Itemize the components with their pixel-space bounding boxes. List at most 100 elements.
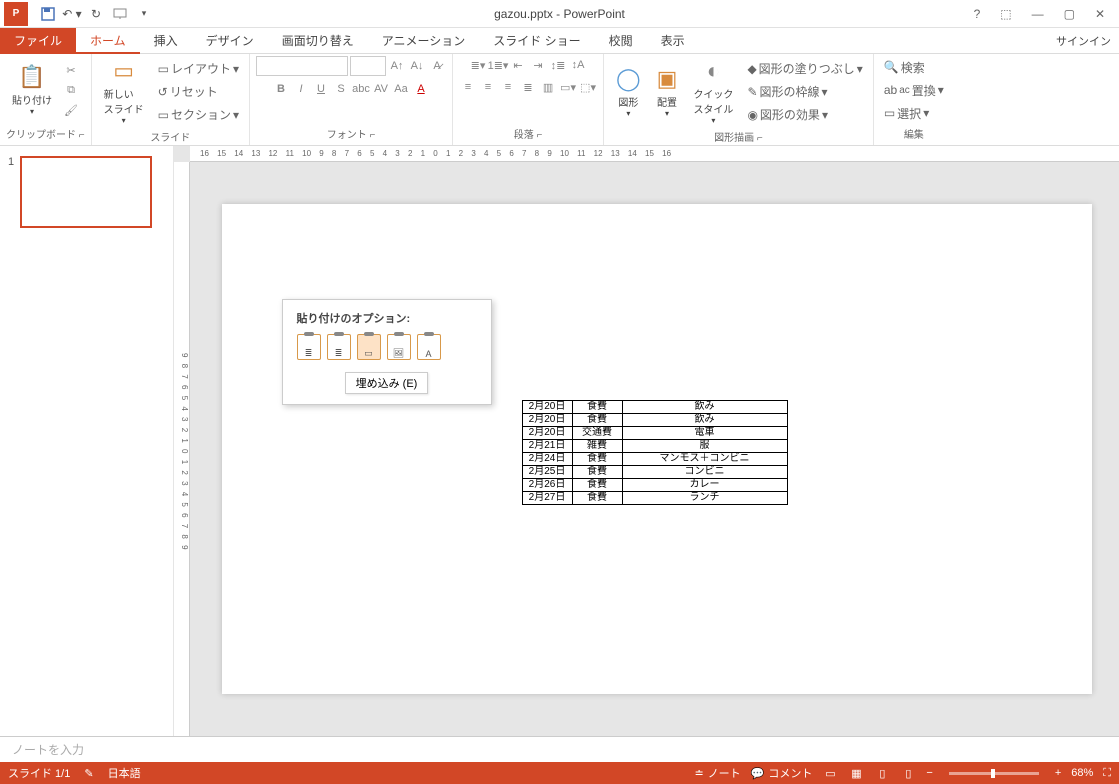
- italic-icon[interactable]: I: [292, 80, 310, 98]
- justify-icon[interactable]: ≣: [519, 78, 537, 96]
- section-button[interactable]: ▭ セクション ▾: [154, 104, 243, 125]
- group-slides: ▭ 新しい スライド ▾ ▭ レイアウト ▾ ↺ リセット ▭ セクション ▾ …: [92, 54, 250, 145]
- quickstyle-button[interactable]: ◐クイック スタイル▾: [687, 56, 739, 127]
- maximize-icon[interactable]: ▢: [1060, 5, 1079, 23]
- find-button[interactable]: 🔍 検索: [880, 57, 948, 78]
- table-row[interactable]: 2月24日食費マンモス＋コンビニ: [522, 452, 787, 465]
- undo-icon[interactable]: ↶ ▾: [62, 4, 82, 24]
- paste-embed-tooltip[interactable]: 埋め込み (E): [345, 372, 429, 394]
- tab-design[interactable]: デザイン: [192, 28, 268, 54]
- app-icon: P: [4, 2, 28, 26]
- paste-option-keep-source[interactable]: ≣: [327, 334, 351, 360]
- shadow-icon[interactable]: abc: [352, 80, 370, 98]
- zoom-in-icon[interactable]: +: [1055, 767, 1061, 779]
- sorter-view-icon[interactable]: ▦: [848, 766, 864, 780]
- redo-icon[interactable]: ↻: [86, 4, 106, 24]
- zoom-slider[interactable]: [949, 772, 1039, 775]
- bold-icon[interactable]: B: [272, 80, 290, 98]
- shape-effects-button[interactable]: ◉ 図形の効果 ▾: [743, 104, 866, 125]
- slide[interactable]: 貼り付けのオプション: ≣ ≣ ▭ 🖼 A 埋め込み (E) 2月20日食費飲み…: [222, 204, 1092, 694]
- align-left-icon[interactable]: ≡: [459, 78, 477, 96]
- table-row[interactable]: 2月27日食費ランチ: [522, 491, 787, 504]
- table-row[interactable]: 2月20日食費飲み: [522, 400, 787, 413]
- ribbon-options-icon[interactable]: ⬚: [996, 5, 1015, 23]
- numbering-icon[interactable]: 1≣▾: [489, 56, 507, 74]
- slideshow-view-icon[interactable]: ▯: [900, 766, 916, 780]
- fit-window-icon[interactable]: ⛶: [1103, 767, 1111, 780]
- replace-button[interactable]: abac 置換 ▾: [880, 80, 948, 101]
- columns-icon[interactable]: ▥: [539, 78, 557, 96]
- table-row[interactable]: 2月20日交通費電車: [522, 426, 787, 439]
- table-row[interactable]: 2月20日食費飲み: [522, 413, 787, 426]
- underline-icon[interactable]: U: [312, 80, 330, 98]
- zoom-out-icon[interactable]: −: [926, 767, 932, 779]
- align-right-icon[interactable]: ≡: [499, 78, 517, 96]
- new-slide-button[interactable]: ▭ 新しい スライド ▾: [98, 56, 150, 127]
- paste-option-text[interactable]: A: [417, 334, 441, 360]
- close-icon[interactable]: ✕: [1091, 5, 1109, 23]
- grow-font-icon[interactable]: A↑: [388, 57, 406, 75]
- change-case-icon[interactable]: Aa: [392, 80, 410, 98]
- table-row[interactable]: 2月21日雑費服: [522, 439, 787, 452]
- paste-option-dest-theme[interactable]: ≣: [297, 334, 321, 360]
- group-label-clipboard: クリップボード ⌐: [6, 124, 85, 143]
- shapes-button[interactable]: ◯図形▾: [610, 64, 647, 120]
- normal-view-icon[interactable]: ▭: [822, 766, 838, 780]
- spacing-icon[interactable]: AV: [372, 80, 390, 98]
- comments-toggle[interactable]: 💬 コメント: [751, 765, 813, 781]
- font-name-input[interactable]: [256, 56, 348, 76]
- tab-slideshow[interactable]: スライド ショー: [479, 28, 594, 54]
- select-button[interactable]: ▭ 選択 ▾: [880, 103, 948, 124]
- align-text-icon[interactable]: ▭▾: [559, 78, 577, 96]
- qat-customize-icon[interactable]: ▾: [134, 4, 154, 24]
- tab-view[interactable]: 表示: [647, 28, 699, 54]
- slide-counter[interactable]: スライド 1/1: [8, 765, 70, 781]
- font-color-icon[interactable]: A: [412, 80, 430, 98]
- text-direction-icon[interactable]: ↕A: [569, 56, 587, 74]
- notes-pane[interactable]: ノートを入力: [0, 736, 1119, 762]
- save-icon[interactable]: [38, 4, 58, 24]
- paste-button[interactable]: 📋 貼り付け ▾: [6, 62, 58, 118]
- zoom-level[interactable]: 68%: [1071, 767, 1093, 779]
- shape-fill-button[interactable]: ◆ 図形の塗りつぶし ▾: [743, 58, 866, 79]
- bullets-icon[interactable]: ≣▾: [469, 56, 487, 74]
- signin-link[interactable]: サインイン: [1056, 33, 1119, 49]
- smartart-icon[interactable]: ⬚▾: [579, 78, 597, 96]
- tab-insert[interactable]: 挿入: [140, 28, 192, 54]
- cut-icon[interactable]: ✂: [62, 61, 80, 79]
- align-center-icon[interactable]: ≡: [479, 78, 497, 96]
- reset-button[interactable]: ↺ リセット: [154, 81, 243, 102]
- notes-toggle[interactable]: ≐ ノート: [694, 765, 740, 781]
- tab-transition[interactable]: 画面切り替え: [268, 28, 368, 54]
- strike-icon[interactable]: S: [332, 80, 350, 98]
- shrink-font-icon[interactable]: A↓: [408, 57, 426, 75]
- reading-view-icon[interactable]: ▯: [874, 766, 890, 780]
- line-spacing-icon[interactable]: ↕≣: [549, 56, 567, 74]
- tab-review[interactable]: 校閲: [595, 28, 647, 54]
- table-row[interactable]: 2月25日食費コンビニ: [522, 465, 787, 478]
- minimize-icon[interactable]: —: [1028, 5, 1048, 23]
- pasted-table[interactable]: 2月20日食費飲み2月20日食費飲み2月20日交通費電車2月21日雑費服2月24…: [522, 400, 788, 505]
- clear-format-icon[interactable]: A̷: [428, 57, 446, 75]
- spellcheck-icon[interactable]: ✎: [84, 767, 93, 780]
- format-painter-icon[interactable]: 🖌: [62, 101, 80, 119]
- slide-thumb-1[interactable]: [20, 156, 152, 228]
- table-row[interactable]: 2月26日食費カレー: [522, 478, 787, 491]
- start-slideshow-icon[interactable]: [110, 4, 130, 24]
- tab-animation[interactable]: アニメーション: [368, 28, 480, 54]
- paste-option-embed[interactable]: ▭: [357, 334, 381, 360]
- arrange-button[interactable]: ▣配置▾: [651, 64, 684, 120]
- shape-outline-button[interactable]: ✎ 図形の枠線 ▾: [743, 81, 866, 102]
- tab-file[interactable]: ファイル: [0, 28, 76, 54]
- group-label-paragraph: 段落 ⌐: [459, 124, 597, 143]
- layout-button[interactable]: ▭ レイアウト ▾: [154, 58, 243, 79]
- help-icon[interactable]: ?: [970, 5, 985, 23]
- increase-indent-icon[interactable]: ⇥: [529, 56, 547, 74]
- tab-home[interactable]: ホーム: [76, 28, 140, 54]
- new-slide-label: 新しい スライド: [104, 86, 144, 116]
- copy-icon[interactable]: ⧉: [62, 81, 80, 99]
- paste-option-picture[interactable]: 🖼: [387, 334, 411, 360]
- language-indicator[interactable]: 日本語: [108, 765, 141, 781]
- font-size-input[interactable]: [350, 56, 386, 76]
- decrease-indent-icon[interactable]: ⇤: [509, 56, 527, 74]
